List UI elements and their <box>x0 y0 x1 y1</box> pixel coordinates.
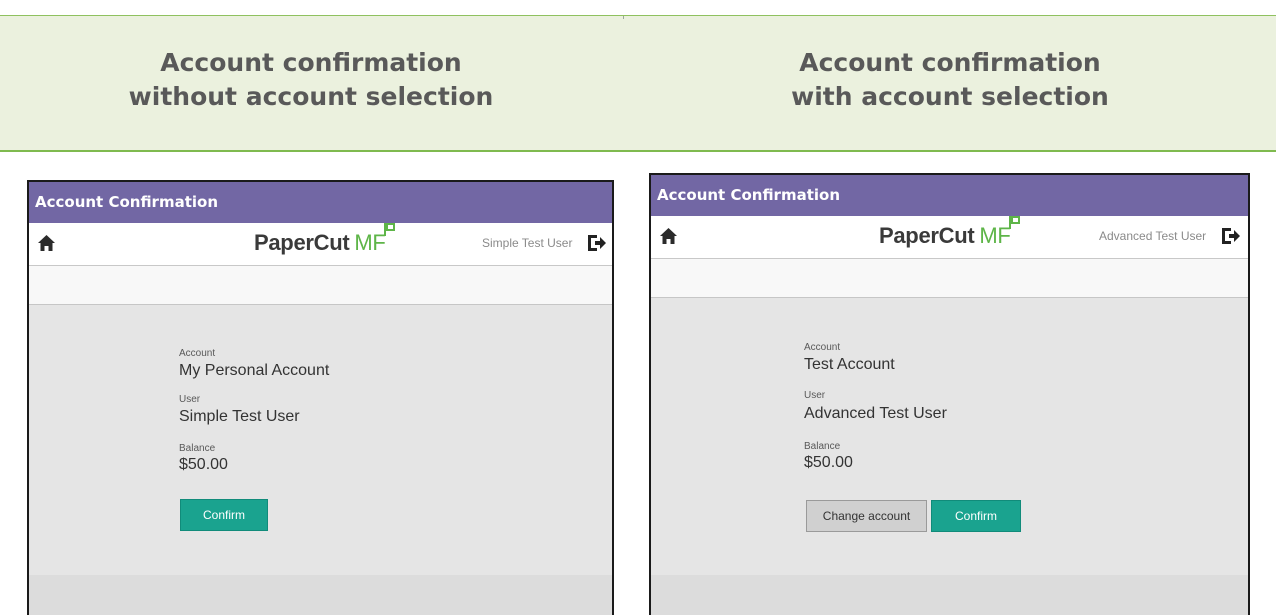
panel-header-title: Account Confirmation <box>29 182 612 223</box>
confirm-button[interactable]: Confirm <box>931 500 1021 532</box>
papercut-logo: PaperCut MF <box>879 216 1020 250</box>
user-label: User <box>804 390 826 401</box>
confirm-button[interactable]: Confirm <box>180 499 268 531</box>
sub-toolbar <box>651 259 1248 298</box>
navbar: PaperCut MF Simple Test User <box>29 223 612 266</box>
balance-value: $50.00 <box>179 456 228 473</box>
flag-icon <box>383 223 395 236</box>
right-banner-title-line2: with account selection <box>791 82 1109 111</box>
logo-main: PaperCut <box>879 223 975 248</box>
balance-label: Balance <box>179 443 216 454</box>
left-banner-title: Account confirmation without account sel… <box>0 46 622 114</box>
user-value: Simple Test User <box>179 408 300 425</box>
logout-icon[interactable] <box>587 234 607 252</box>
user-value: Advanced Test User <box>804 405 947 422</box>
sub-toolbar <box>29 266 612 305</box>
left-banner-title-line2: without account selection <box>128 82 494 111</box>
account-label: Account <box>179 348 216 359</box>
left-banner-title-line1: Account confirmation <box>160 48 462 77</box>
navbar: PaperCut MF Advanced Test User <box>651 216 1248 259</box>
change-account-button[interactable]: Change account <box>806 500 927 532</box>
panel-footer <box>651 575 1248 615</box>
logged-in-user: Advanced Test User <box>1099 229 1207 243</box>
logged-in-user: Simple Test User <box>482 236 573 250</box>
comparison-banner: Account confirmation without account sel… <box>0 15 1276 152</box>
panel-footer <box>29 575 612 615</box>
balance-label: Balance <box>804 441 841 452</box>
user-label: User <box>179 394 201 405</box>
right-banner-title: Account confirmation with account select… <box>625 46 1275 114</box>
banner-divider-mark <box>623 16 624 19</box>
left-device-screen: Account Confirmation PaperCut MF Simple T… <box>27 180 614 615</box>
right-device-screen: Account Confirmation PaperCut MF Advanced… <box>649 173 1250 615</box>
logo-suffix: MF <box>354 230 386 255</box>
logo-main: PaperCut <box>254 230 350 255</box>
flag-icon <box>1008 216 1020 229</box>
balance-value: $50.00 <box>804 454 853 471</box>
logout-icon[interactable] <box>1221 227 1241 245</box>
account-label: Account <box>804 342 841 353</box>
home-icon[interactable] <box>659 227 678 245</box>
account-value: My Personal Account <box>179 362 330 379</box>
right-banner-title-line1: Account confirmation <box>799 48 1101 77</box>
panel-header-title: Account Confirmation <box>651 175 1248 216</box>
logo-suffix: MF <box>979 223 1011 248</box>
account-value: Test Account <box>804 356 895 373</box>
home-icon[interactable] <box>37 234 56 252</box>
papercut-logo: PaperCut MF <box>254 223 395 257</box>
